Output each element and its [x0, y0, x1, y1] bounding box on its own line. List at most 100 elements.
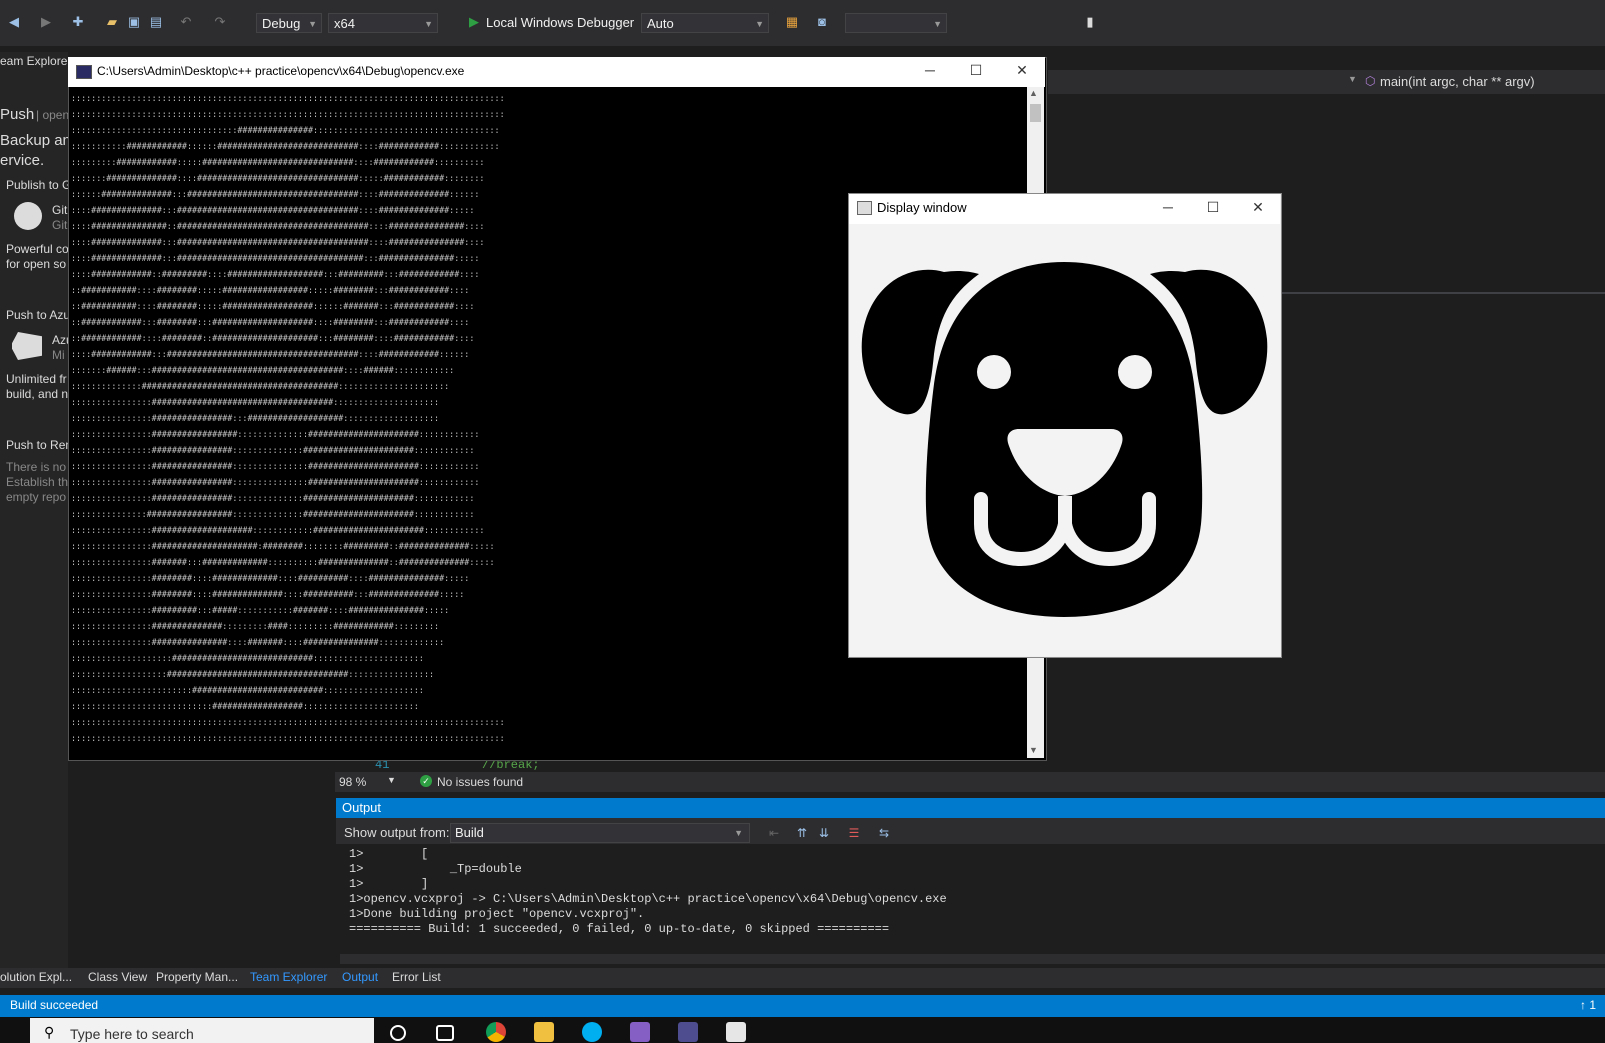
save-icon[interactable]: ▣ [126, 14, 142, 30]
bookmark-icon[interactable]: ▮ [1082, 14, 1098, 30]
team-explorer-title: eam Explorer [0, 54, 68, 68]
platform-select[interactable]: x64 ▼ [328, 13, 438, 33]
arrow-up-icon: ↑ [1580, 998, 1590, 1012]
scrollbar-thumb[interactable] [1030, 104, 1041, 122]
display-app-icon [857, 201, 872, 215]
search-placeholder[interactable]: Type here to search [70, 1026, 194, 1042]
close-icon[interactable]: ✕ [1007, 60, 1037, 80]
output-line: 1> ] [349, 877, 429, 891]
main-toolbar [0, 0, 1605, 46]
function-icon: ⬡ [1365, 74, 1376, 88]
output-line: 1> _Tp=double [349, 862, 522, 876]
maximize-icon[interactable]: ☐ [1198, 197, 1228, 217]
zoom-level[interactable]: 98 % [339, 775, 366, 789]
tab-output[interactable]: Output [342, 970, 378, 984]
push-azure-heading: Push to Azu [6, 308, 68, 322]
skype-icon[interactable] [582, 1022, 602, 1042]
chevron-down-icon: ▼ [734, 828, 743, 838]
config-select[interactable]: Debug ▼ [256, 13, 322, 33]
save-all-icon[interactable]: ▤ [148, 14, 164, 30]
github-label[interactable]: Git [52, 203, 67, 217]
team-explorer-panel: eam Explorer Push | openc Backup an ervi… [0, 52, 68, 972]
push-remote-heading: Push to Rem [6, 438, 68, 452]
issues-status[interactable]: No issues found [437, 775, 523, 789]
unlimited-text-1: Unlimited fr [6, 372, 67, 386]
chrome-icon[interactable] [486, 1022, 506, 1042]
start-icon[interactable]: ▶ [466, 14, 482, 30]
remote-text-3: empty repo [6, 490, 67, 504]
output-header [336, 798, 1605, 818]
tab-property-manager[interactable]: Property Man... [156, 970, 238, 984]
back-icon[interactable]: ◀ [6, 14, 22, 30]
show-output-label: Show output from: [344, 825, 450, 840]
chevron-down-icon: ▼ [755, 19, 764, 29]
chevron-down-icon: ▼ [308, 19, 317, 29]
undo-icon[interactable]: ↶ [178, 14, 194, 30]
task-view-icon[interactable] [436, 1025, 454, 1041]
github-icon [14, 202, 42, 230]
horizontal-scrollbar[interactable] [340, 954, 1605, 964]
backup-text-2: ervice. [0, 152, 45, 169]
next-message-icon[interactable]: ⇊ [816, 826, 832, 840]
clear-all-icon[interactable]: ☰ [846, 826, 862, 840]
chevron-down-icon[interactable]: ▼ [387, 775, 396, 785]
new-project-icon[interactable]: ✚ [70, 14, 86, 30]
close-icon[interactable]: ✕ [1243, 197, 1273, 217]
tab-solution-explorer[interactable]: olution Expl... [0, 970, 72, 984]
minimize-icon[interactable]: ─ [915, 60, 945, 80]
bottom-tab-strip [0, 968, 1605, 988]
file-explorer-icon[interactable] [534, 1022, 554, 1042]
dog-face-icon [861, 262, 1268, 617]
publish-count-value: 1 [1589, 998, 1597, 1012]
unlimited-text-2: build, and n [6, 387, 68, 401]
github-sub: Git [52, 218, 68, 232]
output-line: 1>Done building project "opencv.vcxproj"… [349, 907, 645, 921]
output-line: 1> [ [349, 847, 429, 861]
scroll-down-icon[interactable]: ▼ [1029, 745, 1038, 755]
visual-studio-icon[interactable] [630, 1022, 650, 1042]
remote-text-2: Establish th [6, 475, 68, 489]
search-combo[interactable]: ▼ [845, 13, 947, 33]
push-heading: Push [0, 106, 35, 123]
output-line: ========== Build: 1 succeeded, 0 failed,… [349, 922, 890, 936]
open-icon[interactable]: ▰ [104, 14, 120, 30]
search-icon: ⚲ [44, 1024, 55, 1040]
chevron-down-icon[interactable]: ▼ [1348, 74, 1357, 84]
redo-icon[interactable]: ↷ [212, 14, 228, 30]
editor-status-bar [335, 772, 1605, 792]
word-wrap-icon[interactable]: ⇆ [876, 826, 892, 840]
status-bar [0, 995, 1605, 1017]
function-dropdown[interactable]: main(int argc, char ** argv) [1380, 74, 1535, 89]
build-status: Build succeeded [10, 998, 99, 1012]
scroll-up-icon[interactable]: ▲ [1029, 88, 1038, 98]
forward-icon[interactable]: ▶ [38, 14, 54, 30]
cortana-icon[interactable] [390, 1025, 406, 1041]
display-window-icon[interactable] [726, 1022, 746, 1042]
azure-label[interactable]: Azu [52, 333, 68, 347]
debugger-button[interactable]: Local Windows Debugger [486, 13, 634, 33]
tab-class-view[interactable]: Class View [88, 970, 147, 984]
console-app-icon [76, 65, 92, 79]
push-repo: | openc [36, 108, 68, 122]
publish-count[interactable]: ↑ 1 [1580, 998, 1596, 1012]
prev-message-icon[interactable]: ⇈ [794, 826, 810, 840]
goto-error-icon[interactable]: ⇤ [766, 826, 782, 840]
tab-team-explorer[interactable]: Team Explorer [250, 970, 327, 984]
tab-error-list[interactable]: Error List [392, 970, 441, 984]
browser-icon[interactable]: ▦ [784, 14, 800, 30]
camera-icon[interactable]: ◙ [814, 14, 830, 30]
maximize-icon[interactable]: ☐ [961, 60, 991, 80]
azure-icon [12, 332, 42, 360]
backup-text-1: Backup an [0, 132, 68, 149]
console-title: C:\Users\Admin\Desktop\c++ practice\open… [97, 64, 465, 78]
output-source-select[interactable]: Build ▼ [450, 823, 750, 843]
solution-config-select[interactable]: Auto ▼ [641, 13, 769, 33]
output-title: Output [342, 800, 382, 815]
check-icon: ✓ [420, 775, 432, 787]
editor-divider [1282, 292, 1605, 294]
powerful-text-1: Powerful co [6, 242, 68, 256]
console-icon[interactable] [678, 1022, 698, 1042]
minimize-icon[interactable]: ─ [1153, 197, 1183, 217]
output-line: 1>opencv.vcxproj -> C:\Users\Admin\Deskt… [349, 892, 947, 906]
image-canvas [849, 224, 1280, 656]
